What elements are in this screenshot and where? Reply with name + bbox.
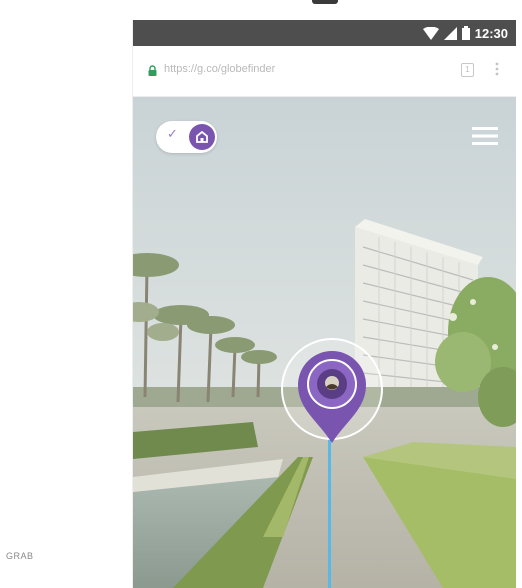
tab-switcher-icon[interactable]: 1 bbox=[461, 63, 474, 77]
url-text[interactable]: https://g.co/globefinder bbox=[164, 63, 275, 75]
more-vert-icon[interactable] bbox=[495, 62, 499, 76]
home-icon bbox=[196, 130, 208, 143]
hamburger-menu-icon[interactable] bbox=[472, 126, 498, 146]
toggle-knob bbox=[189, 124, 215, 150]
status-icons: 12:30 bbox=[422, 24, 508, 42]
battery-icon bbox=[461, 26, 470, 40]
view-mode-toggle[interactable]: ✓ bbox=[156, 121, 217, 153]
status-time: 12:30 bbox=[474, 25, 508, 41]
check-icon: ✓ bbox=[167, 127, 178, 142]
browser-url-bar[interactable]: https://g.co/globefinder 1 bbox=[133, 46, 516, 97]
lock-icon bbox=[148, 65, 157, 76]
status-bar: 12:30 bbox=[133, 20, 516, 46]
device-top-indicator bbox=[312, 0, 338, 4]
image-caption: GRAB bbox=[6, 551, 34, 561]
wifi-icon bbox=[422, 26, 439, 40]
street-view-map[interactable]: ✓ bbox=[133, 97, 516, 588]
cell-signal-icon bbox=[443, 26, 457, 40]
phone-frame: 12:30 https://g.co/globefinder 1 ✓ bbox=[133, 20, 516, 588]
location-pin-icon[interactable] bbox=[278, 337, 390, 457]
